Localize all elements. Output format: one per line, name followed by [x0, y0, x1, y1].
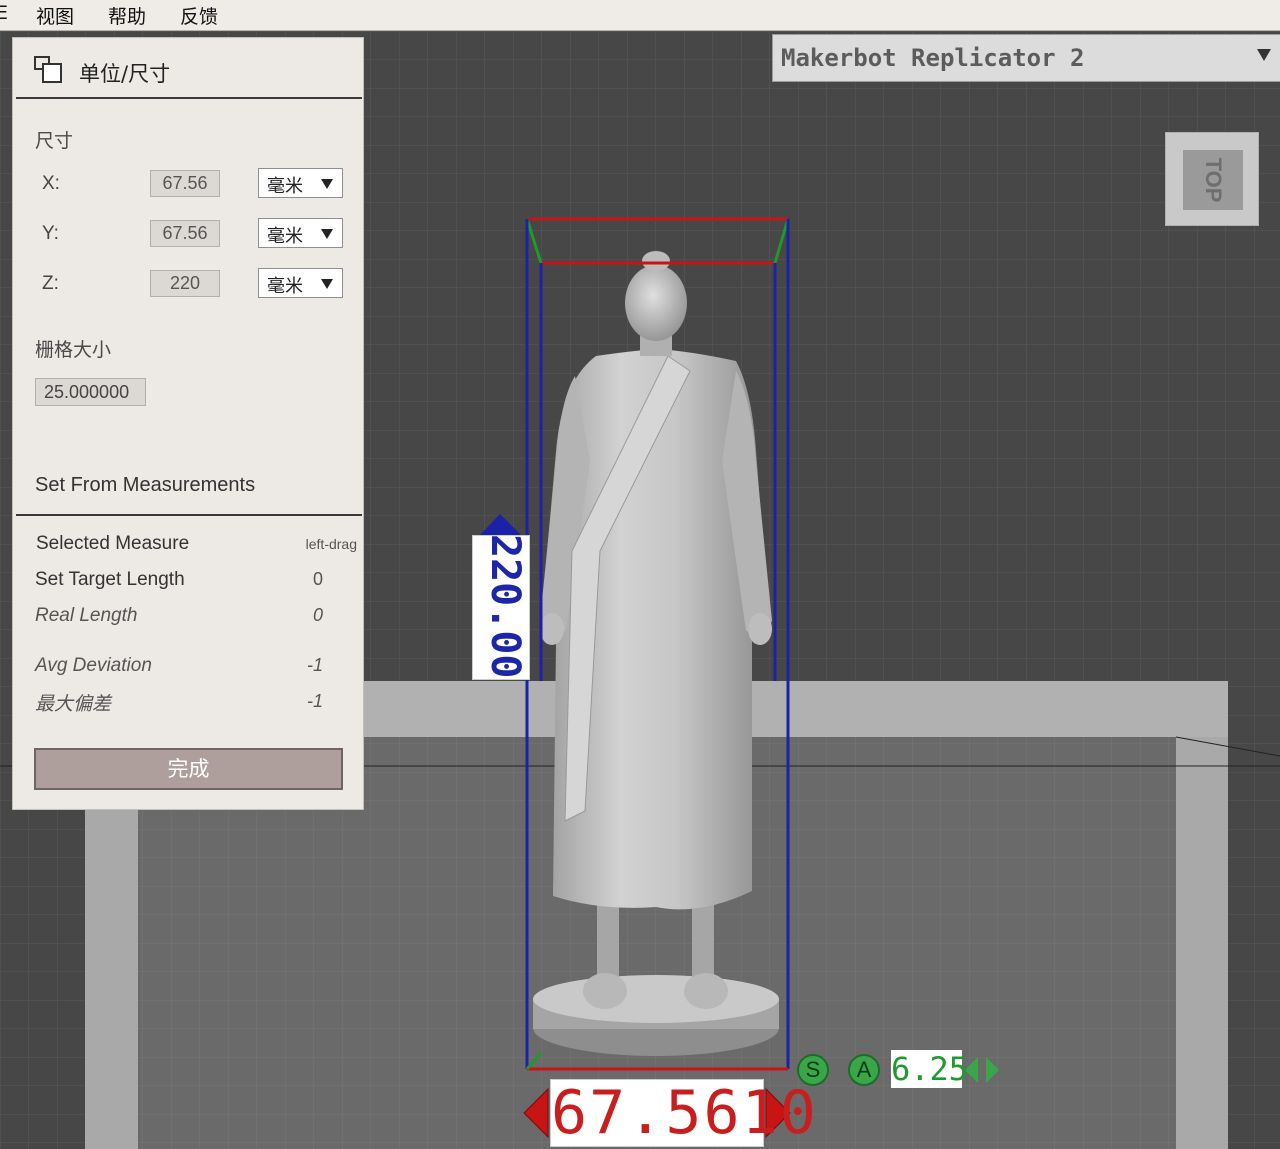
- selected-measure-value: left-drag: [305, 536, 357, 552]
- chevron-down-icon: [321, 229, 333, 239]
- size-label: 尺寸: [35, 130, 74, 152]
- y-unit-value: 毫米: [267, 226, 303, 247]
- y-label: Y:: [42, 223, 59, 244]
- z-size-input[interactable]: 220: [150, 270, 220, 297]
- z-unit-value: 毫米: [267, 276, 303, 297]
- z-unit-select[interactable]: 毫米: [258, 268, 343, 298]
- selected-measure-label: Selected Measure: [36, 533, 190, 554]
- x-size-input[interactable]: 67.56: [150, 170, 220, 197]
- divider: [16, 97, 362, 99]
- max-deviation-label: 最大偏差: [35, 693, 112, 715]
- avg-deviation-value: -1: [306, 655, 323, 675]
- figure-leg-left: [597, 901, 619, 981]
- figure-base-top: [533, 975, 779, 1023]
- menu-bar: E 视图 帮助 反馈: [0, 0, 1280, 31]
- figure-hair-bun: [642, 251, 670, 271]
- set-target-length-label: Set Target Length: [35, 569, 185, 590]
- max-deviation-value: -1: [306, 691, 323, 711]
- cube-icon: [34, 56, 62, 83]
- x-unit-value: 毫米: [267, 176, 303, 197]
- x-label: X:: [42, 173, 60, 194]
- avg-deviation-label: Avg Deviation: [35, 655, 152, 676]
- menu-help[interactable]: 帮助: [108, 2, 146, 29]
- figure-head: [625, 265, 687, 341]
- done-button[interactable]: 完成: [34, 748, 343, 790]
- printer-name: Makerbot Replicator 2: [781, 44, 1085, 72]
- y-unit-select[interactable]: 毫米: [258, 218, 343, 248]
- snap-button[interactable]: S: [797, 1054, 829, 1086]
- figure-shoe-right: [684, 973, 728, 1009]
- real-length-value: 0: [312, 605, 323, 625]
- figure-hand-right: [748, 613, 772, 645]
- set-target-length-value[interactable]: 0: [313, 569, 323, 590]
- units-dimensions-panel: 单位/尺寸 尺寸 X: 67.56 毫米 Y: 67.56 毫米 Z: 220 …: [12, 37, 364, 810]
- printer-selector[interactable]: Makerbot Replicator 2: [772, 34, 1280, 82]
- view-cube[interactable]: TOP: [1165, 132, 1259, 226]
- divider: [16, 514, 362, 516]
- panel-title: 单位/尺寸: [79, 62, 171, 86]
- grid-size-input[interactable]: 25.000000: [35, 378, 146, 406]
- menu-file-partial[interactable]: E: [0, 2, 8, 24]
- figure-shoe-left: [583, 973, 627, 1009]
- height-readout[interactable]: 220.000: [472, 535, 530, 680]
- align-button[interactable]: A: [848, 1054, 880, 1086]
- panel-header: 单位/尺寸: [13, 38, 363, 100]
- height-readout-text: 220.000: [482, 535, 528, 680]
- real-length-label: Real Length: [35, 605, 138, 626]
- grid-size-label: 栅格大小: [35, 339, 112, 361]
- chevron-down-icon: [1257, 49, 1271, 61]
- set-from-measurements-heading: Set From Measurements: [35, 474, 256, 496]
- figure-leg-right: [692, 901, 714, 981]
- z-label: Z:: [42, 273, 59, 294]
- figure-hand-left: [540, 613, 564, 645]
- scale-value[interactable]: 6.25: [891, 1050, 968, 1088]
- y-size-input[interactable]: 67.56: [150, 220, 220, 247]
- menu-feedback[interactable]: 反馈: [180, 2, 218, 29]
- x-unit-select[interactable]: 毫米: [258, 168, 343, 198]
- width-readout[interactable]: 67.5610: [550, 1079, 816, 1147]
- view-cube-label: TOP: [1201, 157, 1226, 203]
- chevron-down-icon: [321, 179, 333, 189]
- menu-view[interactable]: 视图: [36, 2, 74, 29]
- chevron-down-icon: [321, 279, 333, 289]
